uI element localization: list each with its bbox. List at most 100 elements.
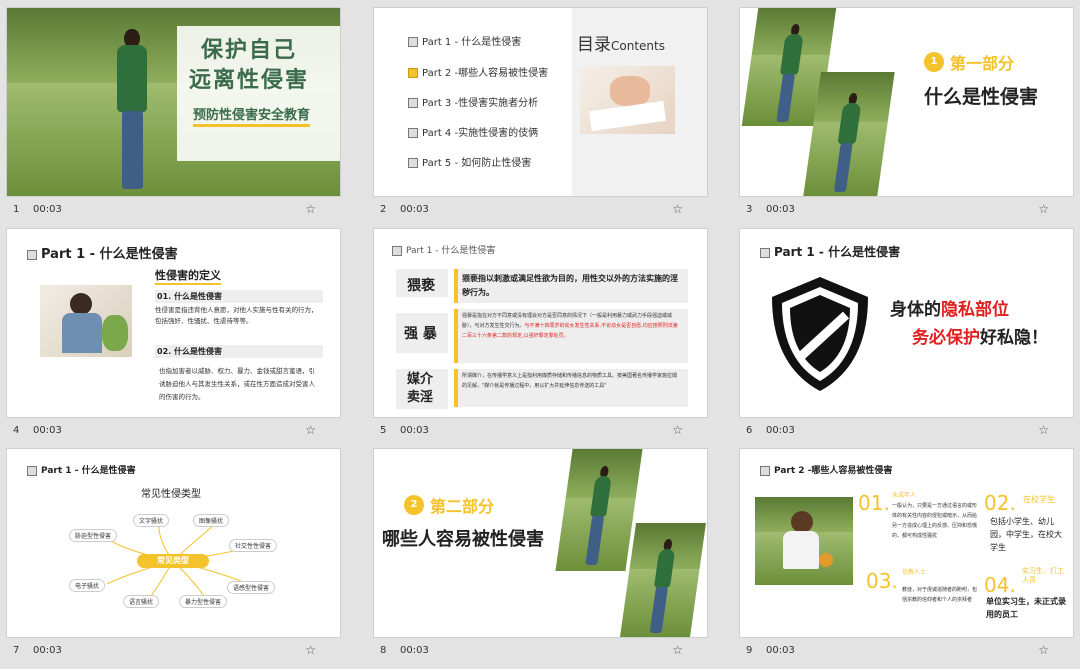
group-2-number: 02. — [984, 491, 1016, 515]
slide-meta: 2 00:03 ☆ — [374, 202, 707, 220]
toc-title: 目录Contents — [577, 35, 665, 55]
toc-item-2: Part 2 -哪些人容易被性侵害 — [408, 64, 548, 79]
slide-timing: 00:03 — [400, 425, 429, 436]
star-icon[interactable]: ☆ — [672, 202, 683, 216]
bullet-square-icon — [408, 98, 418, 108]
group-4-number: 04. — [984, 573, 1016, 597]
point-1-text: 性侵害是指违背他人意愿，对他人实施与性有关的行为，包括强奸、性骚扰、性虐待等等。 — [155, 306, 318, 325]
point-2-text: 也指加害者以威胁、权力、暴力、金钱或甜言蜜语，引诱胁迫他人与其发生性关系，或在性… — [159, 367, 315, 401]
star-icon[interactable]: ☆ — [672, 643, 683, 657]
section-heading: 什么是性侵害 — [924, 86, 1039, 108]
row-1-text: 猥亵指以刺激或满足性欲为目的，用性交以外的方法实施的淫秽行为。 — [462, 274, 678, 297]
group-3-number: 03. — [866, 569, 898, 593]
group-1-title: 未成年人 — [892, 492, 917, 499]
slide-number: 2 — [380, 204, 387, 215]
slide-timing: 00:03 — [766, 425, 795, 436]
slide-9-canvas[interactable]: Part 2 -哪些人容易被性侵害 01. 未成年人 一般认为，只要是一方通过语… — [740, 449, 1073, 637]
child-photo — [755, 497, 853, 585]
group-1-number: 01. — [858, 491, 890, 515]
group-1-desc: 一般认为，只要是一方通过语言的或形体的有关性内容的侵犯或暗示，从而给另一方造成心… — [892, 503, 978, 539]
slide-timing: 00:03 — [766, 645, 795, 656]
row-3-label: 媒介卖淫 — [407, 372, 434, 405]
slide-2-canvas[interactable]: Part 1 - 什么是性侵害 Part 2 -哪些人容易被性侵害 Part 3… — [374, 8, 707, 196]
slide-thumbnail-8[interactable]: 2 第二部分 哪些人容易被性侵害 8 00:03 ☆ — [374, 449, 707, 669]
star-icon[interactable]: ☆ — [305, 202, 316, 216]
star-icon[interactable]: ☆ — [305, 643, 316, 657]
point-1-label: 01. 什么是性侵害 — [155, 290, 323, 303]
group-3-desc: 教徒，对于虔诚追随者的盼咐，包括宗教的信仰者和个人的崇拜者 — [902, 587, 978, 603]
writing-hand-photo — [580, 66, 675, 134]
slide-timing: 00:03 — [766, 204, 795, 215]
slide-meta: 5 00:03 ☆ — [374, 423, 707, 441]
section-number-badge: 1 — [924, 52, 944, 72]
bullet-square-icon — [408, 158, 418, 168]
star-icon[interactable]: ☆ — [305, 423, 316, 437]
slide-header: Part 2 -哪些人容易被性侵害 — [760, 463, 892, 476]
group-2-title: 在校学生 — [1023, 495, 1055, 504]
star-icon[interactable]: ☆ — [1038, 643, 1049, 657]
toc-item-1: Part 1 - 什么是性侵害 — [408, 33, 521, 48]
mindmap-center: 常见类型 — [137, 554, 209, 568]
slide-8-canvas[interactable]: 2 第二部分 哪些人容易被性侵害 — [374, 449, 707, 637]
slide-number: 7 — [13, 645, 20, 656]
bullet-square-icon — [760, 465, 770, 476]
star-icon[interactable]: ☆ — [672, 423, 683, 437]
toc-item-3: Part 3 -性侵害实施者分析 — [408, 94, 538, 109]
star-icon[interactable]: ☆ — [1038, 202, 1049, 216]
slide-meta: 9 00:03 ☆ — [740, 643, 1073, 661]
row-1-label: 猥亵 — [407, 278, 435, 294]
slide-timing: 00:03 — [400, 645, 429, 656]
slide-number: 3 — [746, 204, 753, 215]
slide-thumbnail-6[interactable]: Part 1 - 什么是性侵害 身体的隐私部位 务必保护好私隐！ 6 00:03… — [740, 229, 1073, 449]
point-2-label: 02. 什么是性侵害 — [155, 345, 323, 358]
mindmap-node: 电子骚扰 — [69, 579, 106, 592]
title-line-2: 远离性侵害 — [189, 68, 310, 93]
slide-1-canvas[interactable]: 保护自己 远离性侵害 预防性侵害安全教育 — [7, 8, 340, 196]
mindmap-node: 社交性性侵害 — [229, 539, 278, 552]
mindmap-node: 语感型性侵害 — [227, 581, 276, 594]
slide-thumbnail-4[interactable]: Part 1 - 什么是性侵害 性侵害的定义 01. 什么是性侵害 性侵害是指违… — [7, 229, 340, 449]
subtitle: 预防性侵害安全教育 — [193, 104, 311, 127]
slide-4-canvas[interactable]: Part 1 - 什么是性侵害 性侵害的定义 01. 什么是性侵害 性侵害是指违… — [7, 229, 340, 417]
mindmap-node: 语言骚扰 — [123, 595, 160, 608]
group-4-title: 实习生、打工人员 — [1022, 567, 1064, 584]
slide-number: 9 — [746, 645, 753, 656]
slide-thumbnail-7[interactable]: Part 1 - 什么是性侵害 常见性侵类型 常见类型 文字骚扰 图像骚扰 社交… — [7, 449, 340, 669]
slide-thumbnail-1[interactable]: 保护自己 远离性侵害 预防性侵害安全教育 1 00:03 ☆ — [7, 8, 340, 228]
slide-number: 5 — [380, 425, 387, 436]
slide-thumbnail-9[interactable]: Part 2 -哪些人容易被性侵害 01. 未成年人 一般认为，只要是一方通过语… — [740, 449, 1073, 669]
star-icon[interactable]: ☆ — [1038, 423, 1049, 437]
slide-meta: 3 00:03 ☆ — [740, 202, 1073, 220]
row-2-label: 强 暴 — [404, 326, 437, 342]
slide-3-canvas[interactable]: 1 第一部分 什么是性侵害 — [740, 8, 1073, 196]
slide-number: 8 — [380, 645, 387, 656]
mindmap-node: 文字骚扰 — [133, 514, 170, 527]
shield-icon — [772, 277, 868, 391]
slide-5-canvas[interactable]: Part 1 - 什么是性侵害 猥亵 猥亵指以刺激或满足性欲为目的，用性交以外的… — [374, 229, 707, 417]
slide-thumbnail-3[interactable]: 1 第一部分 什么是性侵害 3 00:03 ☆ — [740, 8, 1073, 228]
slide-number: 4 — [13, 425, 20, 436]
section-label: 第一部分 — [950, 54, 1015, 73]
mindmap-connectors — [102, 520, 258, 602]
slide-6-canvas[interactable]: Part 1 - 什么是性侵害 身体的隐私部位 务必保护好私隐！ — [740, 229, 1073, 417]
bullet-square-icon — [27, 249, 37, 260]
bullet-square-icon — [760, 247, 770, 258]
toc-item-4: Part 4 -实施性侵害的伎俩 — [408, 124, 538, 139]
slide-thumbnail-5[interactable]: Part 1 - 什么是性侵害 猥亵 猥亵指以刺激或满足性欲为目的，用性交以外的… — [374, 229, 707, 449]
slide-header: Part 1 - 什么是性侵害 — [27, 243, 178, 262]
section-number-badge: 2 — [404, 495, 424, 515]
privacy-line-1: 身体的隐私部位 — [890, 300, 1009, 320]
slide-meta: 6 00:03 ☆ — [740, 423, 1073, 441]
slide-7-canvas[interactable]: Part 1 - 什么是性侵害 常见性侵类型 常见类型 文字骚扰 图像骚扰 社交… — [7, 449, 340, 637]
slide-timing: 00:03 — [33, 204, 62, 215]
title-line-1: 保护自己 — [201, 38, 298, 63]
woman-reading-photo — [40, 285, 132, 357]
slide-number: 1 — [13, 204, 20, 215]
group-3-title: 信教人士 — [902, 569, 927, 576]
bullet-square-icon — [408, 128, 418, 138]
slide-header: Part 1 - 什么是性侵害 — [392, 243, 495, 256]
slide-thumbnail-2[interactable]: Part 1 - 什么是性侵害 Part 2 -哪些人容易被性侵害 Part 3… — [374, 8, 707, 228]
slide-timing: 00:03 — [33, 425, 62, 436]
slide-header: Part 1 - 什么是性侵害 — [760, 243, 900, 260]
section-heading: 哪些人容易被性侵害 — [382, 529, 544, 550]
